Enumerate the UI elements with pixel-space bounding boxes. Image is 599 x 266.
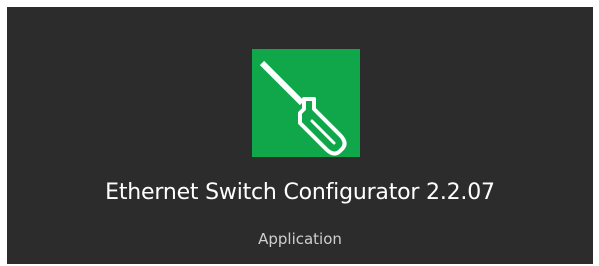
- screwdriver-icon: [252, 49, 360, 157]
- app-name: Ethernet Switch Configurator 2.2.07: [105, 180, 495, 205]
- app-info-panel: Ethernet Switch Configurator 2.2.07 Appl…: [7, 7, 593, 264]
- app-tile[interactable]: [252, 49, 360, 157]
- app-type-label: Application: [258, 230, 342, 248]
